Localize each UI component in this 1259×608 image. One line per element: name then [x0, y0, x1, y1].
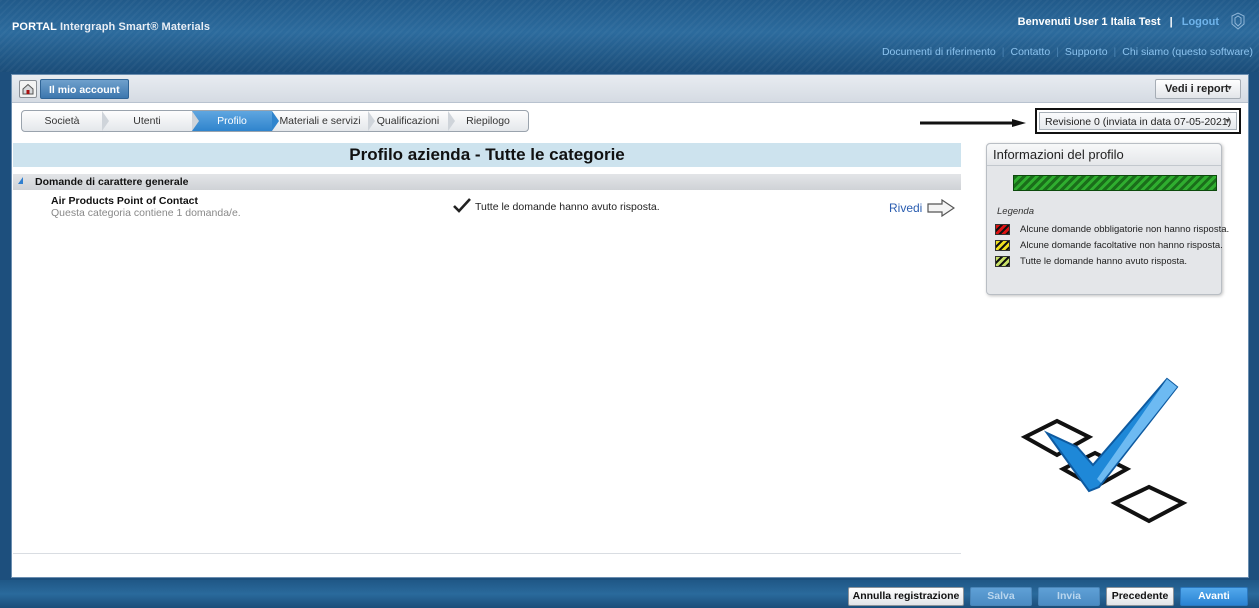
link-supporto[interactable]: Supporto [1065, 46, 1108, 58]
precedente-button[interactable]: Precedente [1106, 587, 1174, 606]
rivedi-link[interactable]: Rivedi [889, 201, 922, 215]
invia-button[interactable]: Invia [1038, 587, 1100, 606]
vedi-report-button[interactable]: Vedi i report ▼ [1155, 79, 1241, 99]
company-logo-icon [1231, 12, 1245, 30]
brand-portal: PORTAL [12, 21, 57, 33]
welcome-text: Benvenuti User 1 Italia Test [1017, 16, 1161, 28]
revision-selected: Revisione 0 (inviata in data 07-05-2021) [1045, 116, 1232, 128]
yellow-swatch-icon [995, 240, 1010, 251]
home-icon [22, 83, 34, 95]
profile-content: Profilo azienda - Tutte le categorie Dom… [13, 143, 961, 555]
legend-text: Alcune domande facoltative non hanno ris… [1020, 240, 1223, 251]
revision-highlight: Revisione 0 (inviata in data 07-05-2021)… [1035, 108, 1241, 134]
brand: PORTAL Intergraph Smart® Materials [12, 21, 210, 33]
profile-info-panel: Informazioni del profilo Legenda Alcune … [986, 143, 1229, 295]
step-label: Utenti [133, 115, 161, 127]
top-links: Documenti di riferimento | Contatto | Suppor… [881, 46, 1253, 58]
legend-item-green: Tutte le domande hanno avuto risposta. [995, 255, 1187, 269]
logout-link[interactable]: Logout [1182, 16, 1219, 28]
legend-text: Tutte le domande hanno avuto risposta. [1020, 256, 1188, 267]
app-header: PORTAL Intergraph Smart® Materials Benve… [0, 0, 1259, 72]
content-divider [13, 553, 961, 554]
step-label: Materiali e servizi [279, 115, 361, 127]
brand-product: Intergraph Smart® Materials [59, 21, 211, 33]
step-profilo[interactable]: Profilo [192, 111, 279, 131]
wizard-steps: Società Utenti Profilo Materiali e servi… [21, 110, 529, 132]
tab-il-mio-account[interactable]: Il mio account [40, 79, 129, 99]
step-utenti[interactable]: Utenti [102, 111, 199, 131]
legend-text: Alcune domande obbligatorie non hanno ri… [1020, 224, 1230, 235]
welcome-area: Benvenuti User 1 Italia Test | Logout [1018, 16, 1219, 28]
main-frame: Il mio account Vedi i report ▼ Società U… [11, 74, 1249, 578]
step-label: Qualificazioni [376, 115, 440, 127]
group-label: Domande di carattere generale [35, 176, 189, 188]
step-label: Riepilogo [466, 115, 510, 127]
avanti-button[interactable]: Avanti [1180, 587, 1248, 606]
link-chi-siamo[interactable]: Chi siamo (questo software) [1122, 46, 1253, 58]
category-title: Air Products Point of Contact [51, 195, 198, 207]
welcome-separator: | [1169, 16, 1173, 28]
step-materiali-servizi[interactable]: Materiali e servizi [272, 111, 375, 131]
annotation-arrow-icon [920, 119, 1026, 127]
step-label: Profilo [217, 115, 247, 127]
annulla-registrazione-button[interactable]: Annulla registrazione [848, 587, 964, 606]
checkmark-icon [453, 198, 471, 213]
vedi-report-label: Vedi i report [1165, 83, 1229, 95]
status-text: Tutte le domande hanno avuto risposta. [475, 201, 660, 213]
footer-bar: Annulla registrazione Salva Invia Preced… [0, 580, 1259, 608]
account-toolbar: Il mio account Vedi i report ▼ [12, 75, 1248, 103]
chevron-down-icon: ▼ [1226, 85, 1233, 92]
info-panel-title: Informazioni del profilo [987, 144, 1221, 166]
checklist-illustration-icon [1020, 377, 1188, 524]
chevron-down-icon: ▼ [1224, 118, 1231, 125]
category-status: Tutte le domande hanno avuto risposta. [453, 198, 660, 213]
home-button[interactable] [19, 80, 37, 98]
step-riepilogo[interactable]: Riepilogo [448, 111, 528, 131]
legend-title: Legenda [997, 206, 1034, 217]
arrow-right-icon[interactable] [927, 199, 955, 217]
collapse-triangle-icon [18, 177, 23, 184]
revision-select[interactable]: Revisione 0 (inviata in data 07-05-2021)… [1039, 112, 1237, 130]
salva-button[interactable]: Salva [970, 587, 1032, 606]
red-swatch-icon [995, 224, 1010, 235]
step-qualificazioni[interactable]: Qualificazioni [368, 111, 455, 131]
profile-progress-bar [1013, 175, 1217, 191]
legend-item-red: Alcune domande obbligatorie non hanno ri… [995, 223, 1229, 237]
category-group-header[interactable]: Domande di carattere generale [13, 174, 961, 190]
legend-item-yellow: Alcune domande facoltative non hanno ris… [995, 239, 1223, 253]
link-contatto[interactable]: Contatto [1010, 46, 1050, 58]
category-subtitle: Questa categoria contiene 1 domanda/e. [51, 207, 241, 219]
category-row: Air Products Point of Contact Questa cat… [13, 191, 961, 225]
step-label: Società [44, 115, 80, 127]
link-documenti[interactable]: Documenti di riferimento [882, 46, 996, 58]
step-societa[interactable]: Società [22, 111, 109, 131]
page-title: Profilo azienda - Tutte le categorie [13, 143, 961, 167]
green-swatch-icon [995, 256, 1010, 267]
